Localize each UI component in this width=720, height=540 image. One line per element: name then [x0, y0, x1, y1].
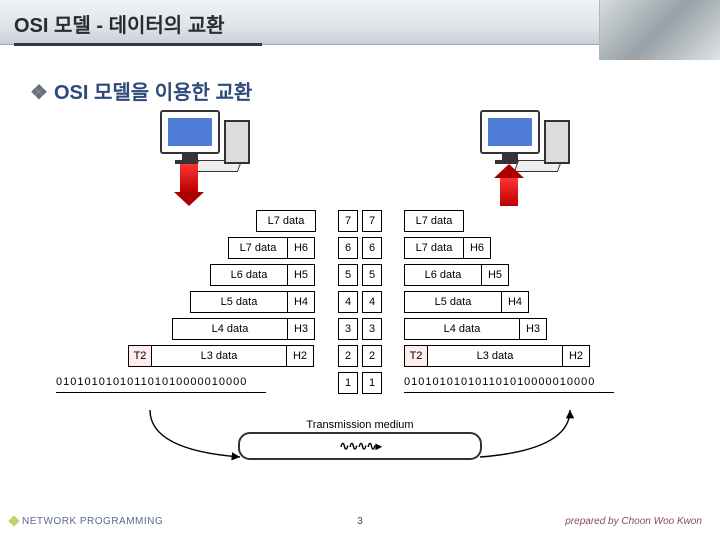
- header-cell: H6: [287, 237, 315, 259]
- layer-number: 3: [338, 318, 358, 340]
- encap-row: L5 dataH4: [190, 291, 315, 313]
- payload-cell: L7 data: [228, 237, 288, 259]
- layer-number: 1: [362, 372, 382, 394]
- physical-bits: 010101010101101010000010000: [56, 376, 316, 388]
- layer-number-pair: 66: [338, 237, 382, 259]
- layer-number: 2: [338, 345, 358, 367]
- layer-number-pair: 77: [338, 210, 382, 232]
- physical-bits: 010101010101101010000010000: [404, 376, 664, 388]
- header-cell: H2: [286, 345, 314, 367]
- layer-number-pair: 55: [338, 264, 382, 286]
- transmission-medium: Transmission medium ∿∿∿∿▸: [238, 419, 482, 460]
- header-cell: H6: [463, 237, 491, 259]
- layer-number-column: 77665544332211: [338, 210, 382, 399]
- payload-cell: L7 data: [256, 210, 316, 232]
- header-cell: H5: [481, 264, 509, 286]
- layer-number: 4: [338, 291, 358, 313]
- encap-row: L4 dataH3: [404, 318, 547, 340]
- transmission-label: Transmission medium: [238, 419, 482, 431]
- layer-number: 6: [338, 237, 358, 259]
- payload-cell: L3 data: [151, 345, 287, 367]
- header-cell: H3: [287, 318, 315, 340]
- layer-number: 5: [362, 264, 382, 286]
- host-right-icon: [480, 110, 540, 164]
- layer-number: 7: [362, 210, 382, 232]
- osi-diagram: 77665544332211 L7 dataL7 dataH6L6 dataH5…: [0, 110, 720, 490]
- payload-cell: L5 data: [190, 291, 288, 313]
- trailer-cell: T2: [404, 345, 428, 367]
- payload-cell: L4 data: [172, 318, 288, 340]
- trailer-cell: T2: [128, 345, 152, 367]
- subtitle-text: OSI 모델을 이용한 교환: [54, 82, 252, 104]
- encap-row: L7 data: [404, 210, 464, 232]
- footer-right: prepared by Choon Woo Kwon: [565, 516, 702, 527]
- header-cell: H4: [501, 291, 529, 313]
- payload-cell: L3 data: [427, 345, 563, 367]
- layer-number: 7: [338, 210, 358, 232]
- encap-row: T2L3 dataH2: [404, 345, 590, 367]
- slide-title: OSI 모델 - 데이터의 교환: [14, 9, 225, 38]
- payload-cell: L5 data: [404, 291, 502, 313]
- layer-number: 2: [362, 345, 382, 367]
- layer-number: 4: [362, 291, 382, 313]
- layer-number: 5: [338, 264, 358, 286]
- slide-subtitle: ❖ OSI 모델을 이용한 교환: [30, 76, 252, 105]
- encap-row: L7 dataH6: [404, 237, 491, 259]
- header-cell: H2: [562, 345, 590, 367]
- medium-tube-icon: ∿∿∿∿▸: [238, 432, 482, 460]
- payload-cell: L7 data: [404, 210, 464, 232]
- slide: OSI 모델 - 데이터의 교환 ❖OSI 모델을 이용한 교환 7766554…: [0, 0, 720, 540]
- layer-number-pair: 44: [338, 291, 382, 313]
- payload-cell: L6 data: [210, 264, 288, 286]
- layer-number: 3: [362, 318, 382, 340]
- page-number: 3: [357, 516, 363, 527]
- layer-number: 6: [362, 237, 382, 259]
- decorative-corner: [599, 0, 720, 60]
- encap-row: L6 dataH5: [210, 264, 315, 286]
- encap-row: L5 dataH4: [404, 291, 529, 313]
- footer-left: NETWORK PROGRAMMING: [22, 516, 163, 527]
- payload-cell: L4 data: [404, 318, 520, 340]
- header-cell: H3: [519, 318, 547, 340]
- title-bar: OSI 모델 - 데이터의 교환: [0, 0, 720, 45]
- bullet-icon: ❖: [30, 82, 48, 104]
- encap-row: L4 dataH3: [172, 318, 315, 340]
- encap-row: L6 dataH5: [404, 264, 509, 286]
- payload-cell: L7 data: [404, 237, 464, 259]
- layer-number-pair: 11: [338, 372, 382, 394]
- footer: NETWORK PROGRAMMING 3 prepared by Choon …: [0, 516, 720, 534]
- layer-number-pair: 22: [338, 345, 382, 367]
- host-left-icon: [160, 110, 220, 164]
- encap-row: L7 data: [256, 210, 316, 232]
- arrow-down-icon: [180, 164, 198, 206]
- encap-row: L7 dataH6: [228, 237, 315, 259]
- payload-cell: L6 data: [404, 264, 482, 286]
- layer-number-pair: 33: [338, 318, 382, 340]
- header-cell: H4: [287, 291, 315, 313]
- encap-row: T2L3 dataH2: [128, 345, 314, 367]
- layer-number: 1: [338, 372, 358, 394]
- signal-wave-icon: ∿∿∿∿▸: [240, 439, 480, 453]
- arrow-up-icon: [500, 164, 518, 206]
- header-cell: H5: [287, 264, 315, 286]
